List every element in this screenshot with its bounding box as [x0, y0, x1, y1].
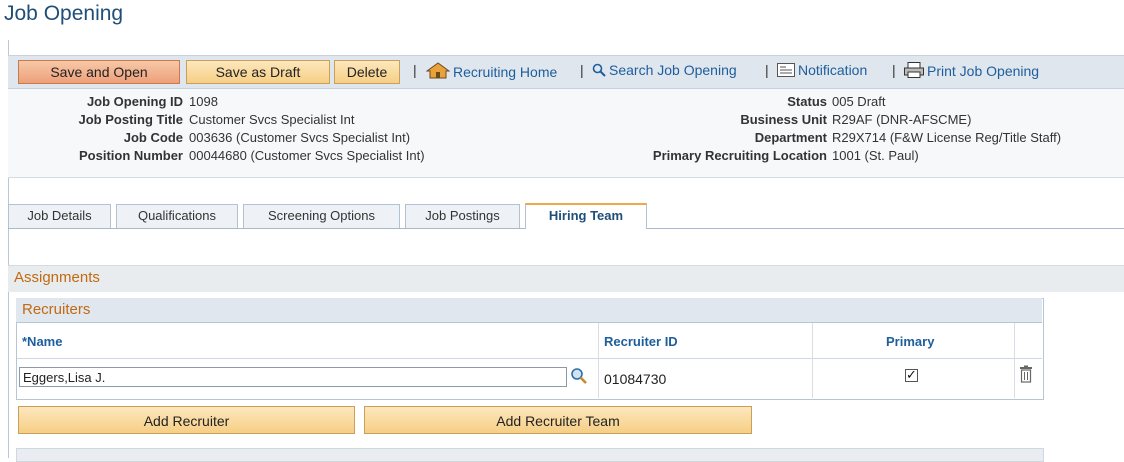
primary-recruiting-location-value: 1001 (St. Paul): [832, 148, 919, 163]
status-value: 005 Draft: [832, 94, 886, 109]
notification-link[interactable]: Notification: [777, 62, 867, 78]
primary-checkbox[interactable]: ✓: [905, 367, 918, 382]
toolbar-separator: |: [413, 62, 417, 78]
toolbar: Save and Open Save as Draft Delete | Rec…: [8, 55, 1124, 89]
business-unit-value: R29AF (DNR-AFSCME): [832, 112, 972, 127]
job-opening-id-label: Job Opening ID: [86, 94, 183, 109]
job-posting-title-label: Job Posting Title: [78, 112, 184, 127]
position-number-label: Position Number: [78, 148, 183, 163]
trash-icon[interactable]: [1019, 365, 1033, 383]
job-code-label: Job Code: [123, 130, 183, 145]
column-divider: [812, 323, 813, 398]
toolbar-separator: |: [580, 62, 584, 78]
column-divider: [1014, 323, 1015, 398]
tab-job-postings[interactable]: Job Postings: [405, 204, 520, 228]
print-job-opening-label: Print Job Opening: [927, 63, 1040, 79]
next-section-header: [16, 448, 1044, 462]
recruiting-home-link[interactable]: Recruiting Home: [426, 62, 557, 80]
recruiter-id-value: 01084730: [604, 371, 667, 387]
lookup-icon[interactable]: [570, 367, 588, 385]
tab-qualifications[interactable]: Qualifications: [116, 204, 238, 228]
delete-button[interactable]: Delete: [334, 60, 400, 84]
notification-label: Notification: [798, 62, 868, 78]
primary-check-mark: ✓: [906, 367, 917, 382]
recruiter-name-input[interactable]: [19, 367, 567, 387]
search-job-opening-label: Search Job Opening: [609, 62, 737, 78]
assignments-title: Assignments: [14, 269, 100, 286]
recruiter-id-column-header: Recruiter ID: [604, 334, 678, 349]
recruiters-grid-header: [16, 298, 1042, 323]
job-posting-title-value: Customer Svcs Specialist Int: [189, 112, 355, 127]
business-unit-label: Business Unit: [740, 112, 827, 127]
job-code-value: 003636 (Customer Svcs Specialist Int): [189, 130, 411, 145]
name-column-header: *Name: [22, 334, 63, 349]
add-recruiter-button[interactable]: Add Recruiter: [18, 406, 355, 434]
search-job-opening-link[interactable]: Search Job Opening: [592, 62, 737, 78]
add-recruiter-team-button[interactable]: Add Recruiter Team: [364, 406, 752, 434]
tab-screening-options[interactable]: Screening Options: [243, 204, 400, 228]
job-opening-id-value: 1098: [189, 94, 218, 109]
page-title: Job Opening: [4, 2, 124, 25]
status-label: Status: [787, 94, 827, 109]
toolbar-separator: |: [765, 62, 769, 78]
column-divider: [598, 323, 599, 398]
print-job-opening-link[interactable]: Print Job Opening: [904, 62, 1039, 79]
toolbar-separator: |: [892, 62, 896, 78]
department-value: R29X714 (F&W License Reg/Title Staff): [832, 130, 1062, 145]
home-icon: [426, 62, 450, 79]
tab-hiring-team[interactable]: Hiring Team: [525, 203, 647, 229]
printer-icon: [904, 62, 924, 78]
magnifier-icon: [592, 63, 606, 77]
save-as-draft-button[interactable]: Save as Draft: [186, 60, 330, 84]
position-number-value: 00044680 (Customer Svcs Specialist Int): [189, 148, 425, 163]
recruiting-home-label: Recruiting Home: [453, 64, 558, 80]
primary-recruiting-location-label: Primary Recruiting Location: [652, 148, 827, 163]
notification-icon: [777, 63, 795, 77]
recruiters-title: Recruiters: [22, 301, 91, 318]
department-label: Department: [754, 130, 827, 145]
assignments-section: [8, 265, 1124, 292]
primary-column-header: Primary: [886, 334, 935, 349]
tab-job-details[interactable]: Job Details: [8, 204, 111, 228]
save-and-open-button[interactable]: Save and Open: [18, 60, 180, 84]
